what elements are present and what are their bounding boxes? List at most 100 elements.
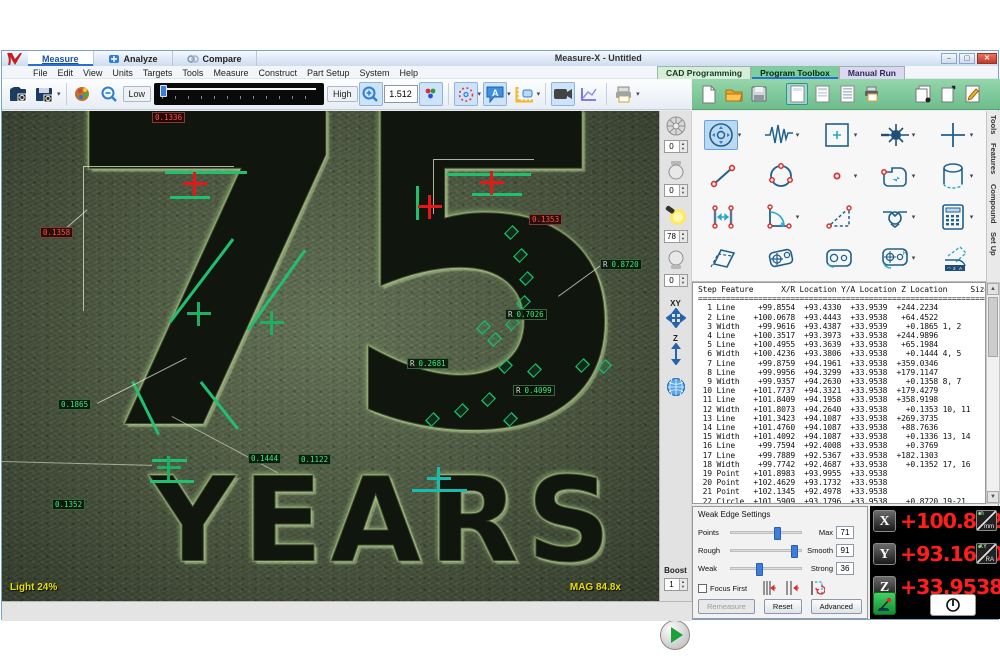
menu-item-targets[interactable]: Targets (138, 68, 178, 78)
contour-feature[interactable]: ▾ (868, 155, 926, 196)
feature-cross-marker[interactable] (183, 172, 207, 196)
advanced-button[interactable]: Advanced (811, 599, 862, 614)
reset-button[interactable]: Reset (764, 599, 802, 614)
ring-light-icon[interactable] (665, 115, 687, 137)
light-slider-thumb[interactable] (160, 85, 167, 97)
menu-item-tools[interactable]: Tools (177, 68, 208, 78)
calculator-tool[interactable]: ▾ (926, 196, 984, 237)
scan-tool[interactable]: ▾ (752, 114, 810, 155)
report-simple-icon[interactable] (786, 83, 808, 105)
feature-cross-marker[interactable] (260, 311, 284, 335)
power-zero-button[interactable] (930, 594, 976, 616)
print-icon[interactable] (612, 82, 636, 106)
feature-cross-marker[interactable] (157, 456, 181, 480)
report-outline-icon[interactable] (811, 83, 833, 105)
new-step-icon[interactable] (937, 83, 959, 105)
profile-light-spinner[interactable]: 0▲▼ (664, 184, 688, 197)
menu-item-edit[interactable]: Edit (53, 68, 79, 78)
zoom-out-icon[interactable] (98, 82, 122, 106)
table-scrollbar[interactable]: ▲ ▼ (986, 282, 1000, 504)
step-results-table[interactable]: Step Feature X/R Location Y/A Location Z… (692, 282, 986, 504)
color-palette-icon[interactable] (72, 82, 96, 106)
pattern-tool[interactable]: ◠2A (926, 237, 984, 278)
spot-light-spinner[interactable]: 78▲▼ (664, 230, 688, 243)
plane-feature[interactable] (694, 237, 752, 278)
tab-program-toolbox[interactable]: Program Toolbox (751, 66, 839, 79)
minimize-button[interactable]: – (941, 53, 957, 64)
edge-detect-caret[interactable]: ▾ (478, 90, 482, 98)
side-tab-tools[interactable]: Tools (989, 115, 998, 134)
scroll-thumb[interactable] (988, 297, 998, 357)
laser-tool[interactable]: ▾ (868, 114, 926, 155)
scroll-up-icon[interactable]: ▲ (987, 283, 999, 295)
target-tool[interactable]: ▾ (694, 114, 752, 155)
x-axis-key[interactable]: X (873, 510, 896, 532)
feature-cross-marker[interactable] (187, 302, 211, 326)
print-caret[interactable]: ▾ (636, 90, 640, 98)
align-tool[interactable] (752, 237, 810, 278)
surface-light-spinner[interactable]: 0▲▼ (664, 274, 688, 287)
weak-slider[interactable] (730, 567, 802, 570)
maximize-button[interactable]: ▢ (959, 53, 975, 64)
world-icon[interactable] (666, 377, 686, 397)
surface-light-icon[interactable] (666, 249, 686, 271)
points-slider[interactable] (730, 531, 802, 534)
datum-tool[interactable] (810, 237, 868, 278)
report-detail-icon[interactable] (836, 83, 858, 105)
width-feature[interactable] (694, 196, 752, 237)
close-button[interactable]: ✕ (977, 53, 997, 64)
boost-spinner[interactable]: 1▲▼ (664, 578, 688, 591)
menu-item-units[interactable]: Units (107, 68, 138, 78)
xy-move-icon[interactable] (666, 308, 686, 328)
menu-item-measure[interactable]: Measure (208, 68, 253, 78)
point-feature[interactable]: ▾ (810, 155, 868, 196)
menu-item-system[interactable]: System (355, 68, 395, 78)
units-toggle-button[interactable]: inmm (976, 510, 997, 531)
cylinder-feature[interactable]: ▾ (926, 155, 984, 196)
max-value-field[interactable]: 71 (836, 526, 854, 539)
menu-item-view[interactable]: View (78, 68, 107, 78)
groove-feature[interactable]: ▾ (868, 196, 926, 237)
edge-strongest-icon[interactable] (784, 580, 800, 596)
slider-thumb[interactable] (791, 545, 798, 558)
slider-thumb[interactable] (774, 527, 781, 540)
side-tab-compound[interactable]: Compound (989, 184, 998, 224)
probe-enable-button[interactable] (873, 592, 896, 615)
z-move-icon[interactable] (671, 343, 681, 365)
menu-item-file[interactable]: File (28, 68, 53, 78)
color-balance-icon[interactable] (419, 82, 443, 106)
edge-first-icon[interactable] (761, 580, 777, 596)
run-play-button[interactable] (660, 620, 690, 650)
save-image-icon[interactable] (33, 82, 57, 106)
edge-trace-icon[interactable] (807, 580, 825, 596)
ring-light-spinner[interactable]: 0▲▼ (664, 140, 688, 153)
remeasure-button[interactable]: Remeasure (698, 599, 755, 614)
camera-viewport[interactable]: 75 YEARS 0.13360.13580.1353R0.8720R0.702… (2, 111, 659, 601)
save-program-icon[interactable] (748, 83, 770, 105)
stage-ruler-icon[interactable] (513, 82, 537, 106)
strong-value-field[interactable]: 36 (836, 562, 854, 575)
stage-ruler-caret[interactable]: ▾ (537, 90, 541, 98)
circle-feature[interactable] (752, 155, 810, 196)
feature-cross-marker[interactable] (418, 195, 442, 219)
y-axis-key[interactable]: Y (873, 543, 896, 565)
rough-slider[interactable] (730, 549, 802, 552)
edge-detect-icon[interactable] (454, 82, 478, 106)
spot-light-icon[interactable] (664, 203, 688, 227)
tab-manual-run[interactable]: Manual Run (839, 66, 905, 79)
copy-steps-icon[interactable] (912, 83, 934, 105)
coord-mode-toggle-button[interactable]: XYRA (976, 543, 997, 564)
print-report-icon[interactable] (861, 83, 883, 105)
camera-icon[interactable] (551, 82, 575, 106)
menu-item-help[interactable]: Help (395, 68, 424, 78)
side-tab-setup[interactable]: Set Up (989, 232, 998, 256)
tab-cad-programming[interactable]: CAD Programming (657, 66, 751, 79)
rotate-datum-tool[interactable]: R▾ (868, 237, 926, 278)
light-intensity-slider[interactable] (154, 83, 324, 105)
focus-first-checkbox[interactable] (698, 584, 707, 593)
save-dropdown-caret[interactable]: ▾ (57, 90, 61, 98)
feature-cross-marker[interactable] (427, 467, 451, 491)
annotate-icon[interactable]: A (483, 82, 507, 106)
crosshair-tool[interactable]: ▾ (926, 114, 984, 155)
scroll-down-icon[interactable]: ▼ (987, 491, 999, 503)
